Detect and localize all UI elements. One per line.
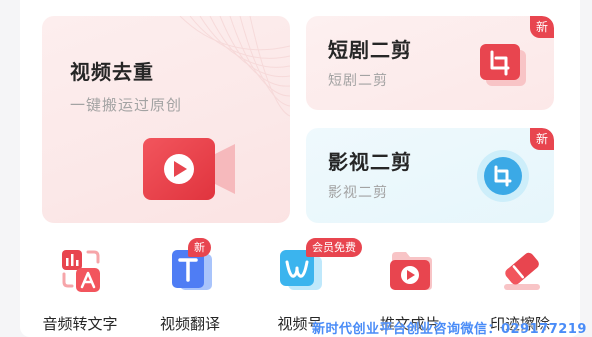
tool-video-translate-label: 视频翻译	[159, 315, 220, 333]
member-free-badge: 会员免费	[306, 238, 362, 257]
video-dedup-subtitle: 一键搬运过原创	[70, 96, 183, 114]
new-badge: 新	[530, 128, 554, 150]
crop-icon	[480, 44, 526, 86]
film-edit-subtitle: 影视二剪	[328, 185, 388, 201]
video-dedup-card[interactable]: 视频去重 一键搬运过原创	[42, 16, 290, 223]
new-badge: 新	[530, 16, 554, 38]
short-drama-subtitle: 短剧二剪	[328, 73, 388, 89]
tool-video-translate[interactable]: 新 视频翻译	[140, 238, 240, 337]
film-edit-title: 影视二剪	[328, 150, 412, 174]
short-drama-card[interactable]: 短剧二剪 短剧二剪 新	[306, 16, 554, 110]
short-drama-title: 短剧二剪	[328, 38, 412, 62]
video-camera-icon	[143, 138, 235, 200]
post-to-video-icon	[390, 252, 432, 290]
audio-to-text-icon	[62, 250, 100, 292]
video-dedup-title: 视频去重	[70, 60, 154, 84]
tool-audio-to-text[interactable]: 音频转文字	[30, 248, 130, 337]
eraser-icon	[504, 252, 540, 290]
watermark-text: 新时代创业平台创业咨询微信：029177219	[312, 322, 587, 337]
tool-audio-to-text-label: 音频转文字	[42, 315, 118, 333]
crop-circle-icon	[477, 150, 529, 202]
wave-pattern-decoration	[179, 16, 290, 117]
new-badge: 新	[188, 238, 211, 257]
film-edit-card[interactable]: 影视二剪 影视二剪 新	[306, 128, 554, 223]
tools-panel: 视频去重 一键搬运过原创 短剧二剪 短剧二剪 新 影视二剪 影视二剪 新 音频转…	[20, 0, 580, 337]
